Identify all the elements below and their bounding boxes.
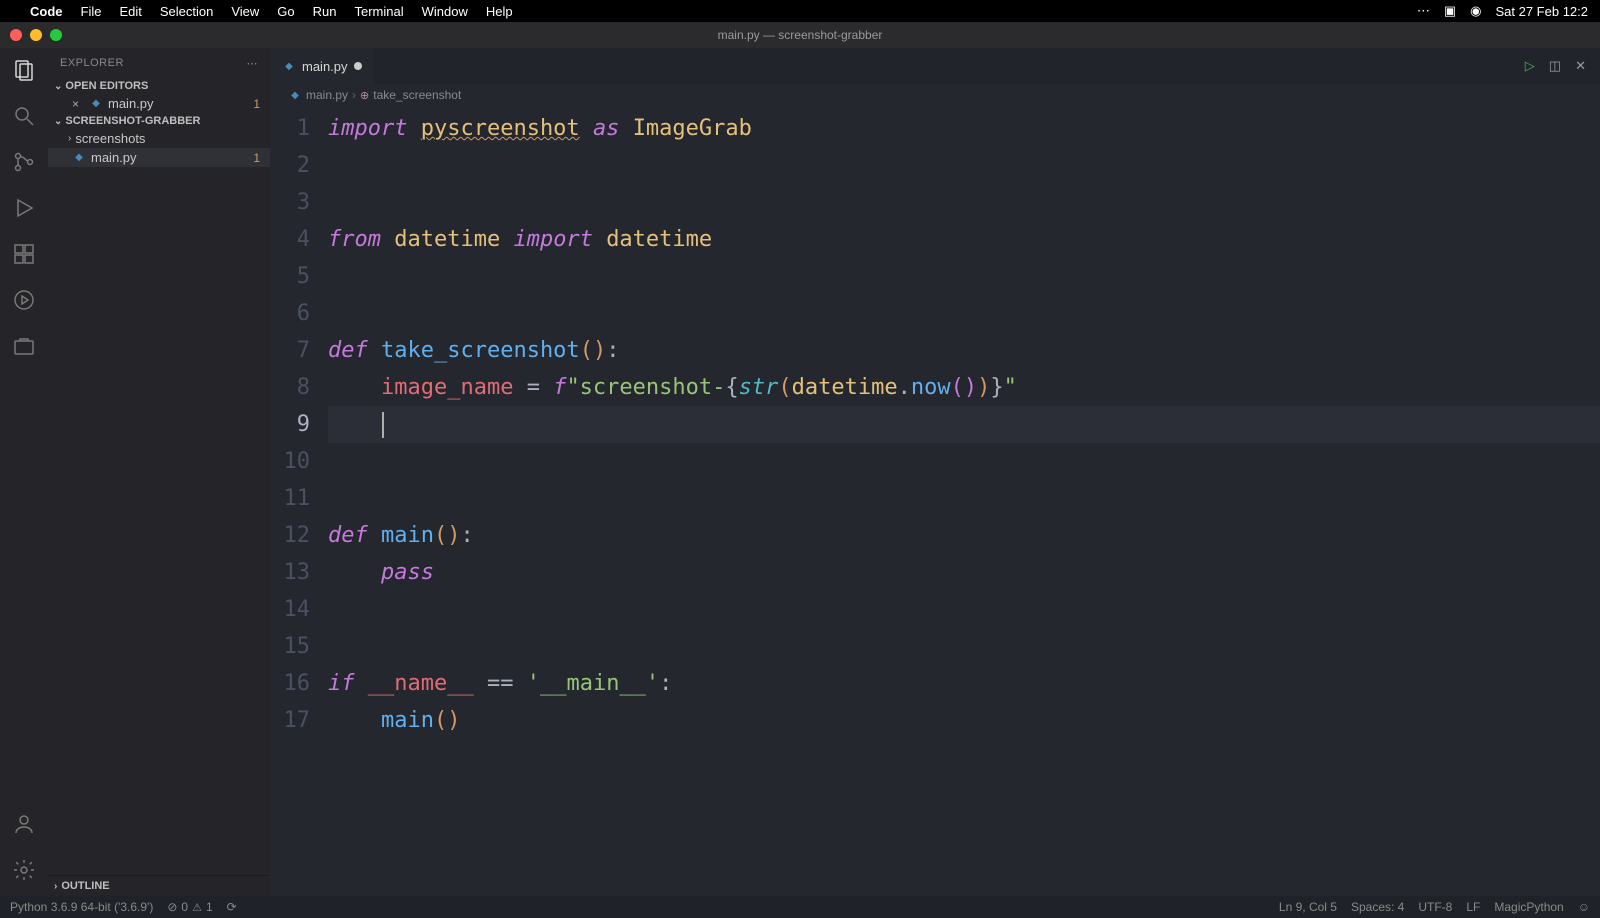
status-cursor-position[interactable]: Ln 9, Col 5 bbox=[1279, 900, 1337, 914]
tabs-bar: ◆ main.py ▷ ◫ ✕ bbox=[270, 48, 1600, 84]
menu-go[interactable]: Go bbox=[277, 4, 294, 19]
file-name: main.py bbox=[91, 150, 137, 165]
chevron-right-icon: › bbox=[54, 881, 57, 892]
outline-label: OUTLINE bbox=[61, 880, 109, 892]
status-problems[interactable]: ⊘0 ⚠1 bbox=[167, 900, 212, 914]
status-eol[interactable]: LF bbox=[1466, 900, 1480, 914]
explorer-title: EXPLORER bbox=[60, 57, 124, 69]
folder-item[interactable]: › screenshots bbox=[48, 129, 270, 148]
settings-gear-icon[interactable] bbox=[12, 858, 36, 882]
open-editor-item[interactable]: × ◆ main.py 1 bbox=[48, 94, 270, 113]
menu-view[interactable]: View bbox=[231, 4, 259, 19]
folder-name: screenshots bbox=[75, 131, 145, 146]
editor-region: ◆ main.py ▷ ◫ ✕ ◆ main.py › ⊕ take_scree… bbox=[270, 48, 1600, 896]
open-editors-label: OPEN EDITORS bbox=[65, 80, 148, 92]
breadcrumb-symbol[interactable]: take_screenshot bbox=[373, 88, 461, 102]
split-editor-icon[interactable]: ◫ bbox=[1549, 58, 1561, 74]
menubar-status-icon[interactable]: ◉ bbox=[1470, 3, 1481, 19]
status-python-interpreter[interactable]: Python 3.6.9 64-bit ('3.6.9') bbox=[10, 900, 153, 914]
menu-run[interactable]: Run bbox=[313, 4, 337, 19]
modified-dot-icon bbox=[354, 62, 362, 70]
function-icon: ⊕ bbox=[360, 89, 369, 102]
project-label: SCREENSHOT-GRABBER bbox=[65, 115, 200, 127]
python-file-icon: ◆ bbox=[288, 88, 302, 102]
window-titlebar: main.py — screenshot-grabber bbox=[0, 22, 1600, 48]
menu-window[interactable]: Window bbox=[422, 4, 468, 19]
chevron-right-icon: › bbox=[68, 133, 71, 144]
project-header[interactable]: ⌄ SCREENSHOT-GRABBER bbox=[48, 113, 270, 129]
window-maximize-button[interactable] bbox=[50, 29, 62, 41]
breadcrumb-file[interactable]: main.py bbox=[306, 88, 348, 102]
status-sync-icon[interactable]: ⟳ bbox=[227, 900, 237, 914]
mac-menubar: Code File Edit Selection View Go Run Ter… bbox=[0, 0, 1600, 22]
python-file-icon: ◆ bbox=[72, 151, 86, 165]
status-language-mode[interactable]: MagicPython bbox=[1494, 900, 1563, 914]
status-feedback-icon[interactable]: ☺ bbox=[1578, 900, 1590, 914]
chevron-down-icon: ⌄ bbox=[54, 81, 62, 92]
problem-badge: 1 bbox=[253, 151, 260, 165]
menubar-datetime[interactable]: Sat 27 Feb 12:2 bbox=[1495, 4, 1588, 19]
project-icon[interactable] bbox=[12, 334, 36, 358]
menu-terminal[interactable]: Terminal bbox=[355, 4, 404, 19]
line-gutter: 1 2 3 4 5 6 7 8 9 10 11 12 13 14 15 16 1… bbox=[270, 110, 328, 896]
file-item[interactable]: ◆ main.py 1 bbox=[48, 148, 270, 167]
menu-code[interactable]: Code bbox=[30, 4, 63, 19]
close-icon[interactable]: × bbox=[72, 97, 84, 111]
menubar-overflow-icon[interactable]: ⋯ bbox=[1417, 3, 1430, 19]
breadcrumb[interactable]: ◆ main.py › ⊕ take_screenshot bbox=[270, 84, 1600, 106]
status-bar: Python 3.6.9 64-bit ('3.6.9') ⊘0 ⚠1 ⟳ Ln… bbox=[0, 896, 1600, 918]
status-indentation[interactable]: Spaces: 4 bbox=[1351, 900, 1404, 914]
status-encoding[interactable]: UTF-8 bbox=[1418, 900, 1452, 914]
traffic-lights bbox=[0, 29, 62, 41]
outline-header[interactable]: › OUTLINE bbox=[48, 875, 270, 896]
run-debug-icon[interactable] bbox=[12, 196, 36, 220]
run-file-icon[interactable]: ▷ bbox=[1525, 58, 1535, 74]
code-lines[interactable]: import pyscreenshot as ImageGrab from da… bbox=[328, 110, 1600, 896]
warning-icon: ⚠ bbox=[192, 901, 202, 914]
text-cursor bbox=[382, 412, 384, 438]
chevron-down-icon: ⌄ bbox=[54, 116, 62, 127]
python-file-icon: ◆ bbox=[89, 97, 103, 111]
menubar-battery-icon[interactable]: ▣ bbox=[1444, 3, 1456, 19]
error-icon: ⊘ bbox=[167, 900, 177, 914]
window-close-button[interactable] bbox=[10, 29, 22, 41]
code-editor[interactable]: 1 2 3 4 5 6 7 8 9 10 11 12 13 14 15 16 1… bbox=[270, 106, 1600, 896]
menu-selection[interactable]: Selection bbox=[160, 4, 213, 19]
remote-icon[interactable] bbox=[12, 288, 36, 312]
explorer-more-icon[interactable]: ⋯ bbox=[247, 57, 259, 70]
extensions-icon[interactable] bbox=[12, 242, 36, 266]
tab-main-py[interactable]: ◆ main.py bbox=[270, 48, 374, 84]
menu-edit[interactable]: Edit bbox=[119, 4, 141, 19]
breadcrumb-sep: › bbox=[352, 88, 356, 102]
accounts-icon[interactable] bbox=[12, 812, 36, 836]
explorer-sidebar: EXPLORER ⋯ ⌄ OPEN EDITORS × ◆ main.py 1 … bbox=[48, 48, 270, 896]
window-title: main.py — screenshot-grabber bbox=[718, 28, 883, 42]
close-all-icon[interactable]: ✕ bbox=[1575, 58, 1586, 74]
source-control-icon[interactable] bbox=[12, 150, 36, 174]
python-file-icon: ◆ bbox=[282, 59, 296, 73]
search-icon[interactable] bbox=[12, 104, 36, 128]
problem-badge: 1 bbox=[253, 97, 260, 111]
open-editors-header[interactable]: ⌄ OPEN EDITORS bbox=[48, 78, 270, 94]
open-editor-filename: main.py bbox=[108, 96, 154, 111]
explorer-icon[interactable] bbox=[12, 58, 36, 82]
tab-label: main.py bbox=[302, 59, 348, 74]
activity-bar bbox=[0, 48, 48, 896]
menu-file[interactable]: File bbox=[81, 4, 102, 19]
window-minimize-button[interactable] bbox=[30, 29, 42, 41]
menu-help[interactable]: Help bbox=[486, 4, 513, 19]
